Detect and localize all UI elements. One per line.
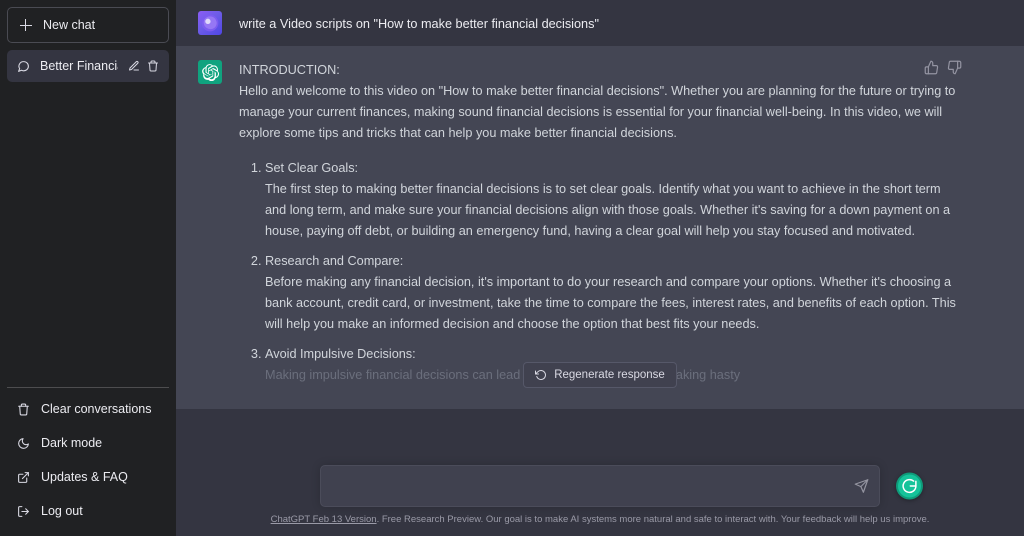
conversation-item-better-financial-decisions[interactable]: Better Financial Decisi xyxy=(7,50,169,82)
grammarly-icon xyxy=(902,478,917,494)
trash-icon[interactable] xyxy=(147,60,159,72)
conversation-title: Better Financial Decisi xyxy=(40,59,118,73)
assistant-lead-paragraph: Hello and welcome to this video on "How … xyxy=(239,84,956,140)
external-link-icon xyxy=(18,471,29,483)
chatgpt-app: New chat Better Financial Decisi xyxy=(0,0,1024,536)
prompt-input[interactable] xyxy=(334,479,843,493)
sidebar-bottom-menu: Clear conversations Dark mode Updates & … xyxy=(7,387,169,536)
sidebar-item-label: Clear conversations xyxy=(41,402,152,416)
sidebar-item-updates-faq[interactable]: Updates & FAQ xyxy=(7,460,169,494)
list-item-title: Set Clear Goals: xyxy=(265,161,359,175)
list-item-body: The first step to making better financia… xyxy=(265,182,951,238)
version-link[interactable]: ChatGPT Feb 13 Version xyxy=(271,514,377,525)
conversation-list: Better Financial Decisi xyxy=(7,50,169,82)
sidebar-item-clear-conversations[interactable]: Clear conversations xyxy=(7,392,169,426)
feedback-controls xyxy=(924,60,962,75)
sidebar-item-dark-mode[interactable]: Dark mode xyxy=(7,426,169,460)
new-chat-label: New chat xyxy=(43,18,96,32)
list-item: Research and Compare: Before making any … xyxy=(265,251,964,335)
disclaimer-text: . Free Research Preview. Our goal is to … xyxy=(376,514,930,525)
logout-icon xyxy=(18,505,29,517)
composer-row xyxy=(176,465,1024,507)
sidebar-item-label: Log out xyxy=(41,504,83,518)
plus-icon xyxy=(19,19,32,32)
assistant-message-text: INTRODUCTION: Hello and welcome to this … xyxy=(239,60,1024,395)
refresh-icon xyxy=(535,369,547,380)
regenerate-response-button[interactable]: Regenerate response xyxy=(523,362,677,388)
list-item-title: Research and Compare: xyxy=(265,254,404,268)
message-row-assistant: INTRODUCTION: Hello and welcome to this … xyxy=(176,46,1024,409)
composer-area: Regenerate response ChatGPT Feb 13 Versi… xyxy=(176,362,1024,536)
send-icon[interactable] xyxy=(854,479,869,494)
assistant-tips-list: Set Clear Goals: The first step to makin… xyxy=(239,158,964,386)
footer-disclaimer: ChatGPT Feb 13 Version. Free Research Pr… xyxy=(271,513,930,536)
pencil-icon[interactable] xyxy=(128,60,140,72)
sidebar-item-label: Updates & FAQ xyxy=(41,470,128,484)
chat-bubble-icon xyxy=(18,60,29,72)
openai-logo-icon xyxy=(201,63,219,81)
assistant-heading: INTRODUCTION: xyxy=(239,63,340,77)
conversation-actions xyxy=(128,60,159,72)
regenerate-label: Regenerate response xyxy=(554,369,665,381)
main-panel: write a Video scripts on "How to make be… xyxy=(176,0,1024,536)
thumbs-down-icon[interactable] xyxy=(947,60,962,75)
list-item: Set Clear Goals: The first step to makin… xyxy=(265,158,964,242)
message-row-user: write a Video scripts on "How to make be… xyxy=(176,0,1024,46)
grammarly-button[interactable] xyxy=(896,472,923,500)
list-item-body: Before making any financial decision, it… xyxy=(265,275,956,331)
assistant-avatar xyxy=(198,60,222,84)
prompt-box[interactable] xyxy=(320,465,880,507)
user-avatar xyxy=(198,11,222,35)
trash-icon xyxy=(18,403,29,415)
moon-icon xyxy=(18,437,29,449)
regenerate-wrapper: Regenerate response xyxy=(176,362,1024,458)
sidebar: New chat Better Financial Decisi xyxy=(0,0,176,536)
thumbs-up-icon[interactable] xyxy=(924,60,939,75)
sidebar-item-log-out[interactable]: Log out xyxy=(7,494,169,528)
sidebar-item-label: Dark mode xyxy=(41,436,103,450)
new-chat-button[interactable]: New chat xyxy=(7,7,169,43)
user-avatar-glyph xyxy=(201,14,219,32)
user-message-text: write a Video scripts on "How to make be… xyxy=(239,17,599,31)
